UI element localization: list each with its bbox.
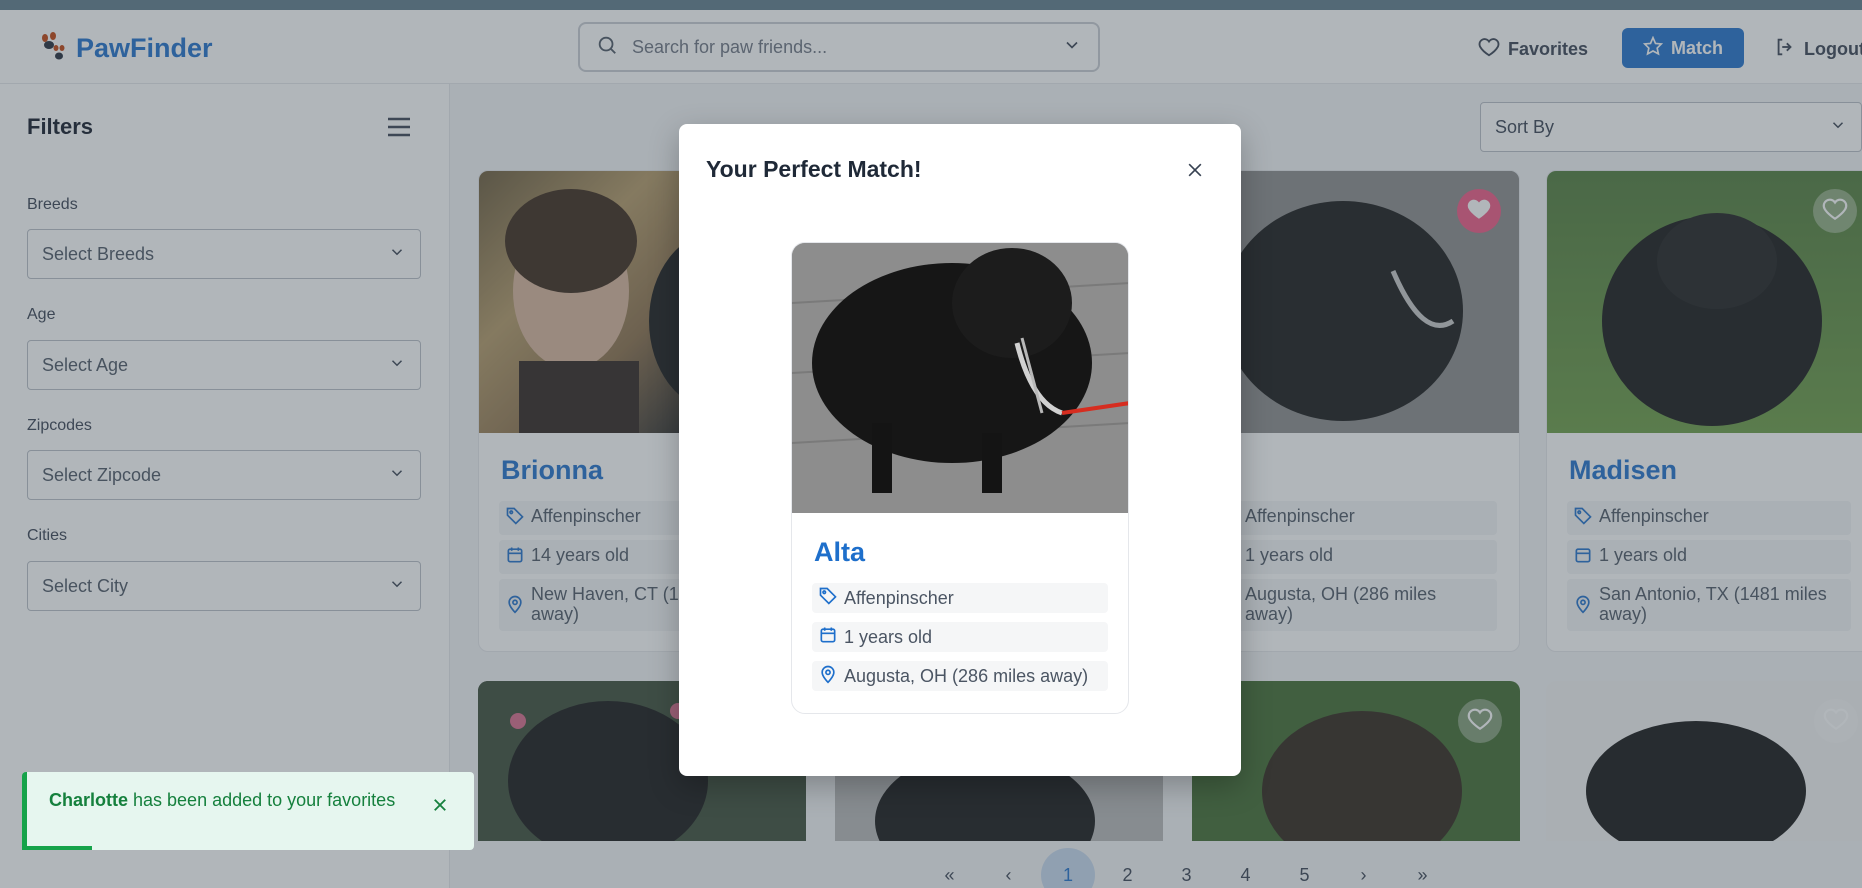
location-tag: Augusta, OH (286 miles away): [812, 661, 1108, 691]
match-dog-card: Alta Affenpinscher 1 years old Augusta, …: [791, 242, 1129, 714]
calendar-icon: [818, 625, 838, 650]
match-modal: Your Perfect Match! Alta Affenpinscher 1…: [679, 124, 1241, 776]
location-pin-icon: [818, 664, 838, 689]
age-tag: 1 years old: [812, 622, 1108, 652]
toast-text: has been added to your favorites: [128, 790, 396, 810]
toast-message: Charlotte has been added to your favorit…: [49, 790, 409, 811]
modal-title: Your Perfect Match!: [706, 156, 922, 182]
age-text: 1 years old: [844, 626, 933, 647]
dog-photo: [792, 243, 1128, 513]
breed-text: Affenpinscher: [844, 587, 954, 608]
close-icon[interactable]: [1185, 160, 1205, 185]
tag-icon: [818, 586, 838, 611]
toast-progress: [22, 846, 92, 850]
breed-tag: Affenpinscher: [812, 583, 1108, 613]
close-icon[interactable]: [431, 796, 449, 819]
location-text: Augusta, OH (286 miles away): [844, 665, 1089, 686]
dog-name: Alta: [814, 537, 866, 567]
toast-dog-name: Charlotte: [49, 790, 129, 810]
toast-notification: Charlotte has been added to your favorit…: [22, 772, 474, 850]
